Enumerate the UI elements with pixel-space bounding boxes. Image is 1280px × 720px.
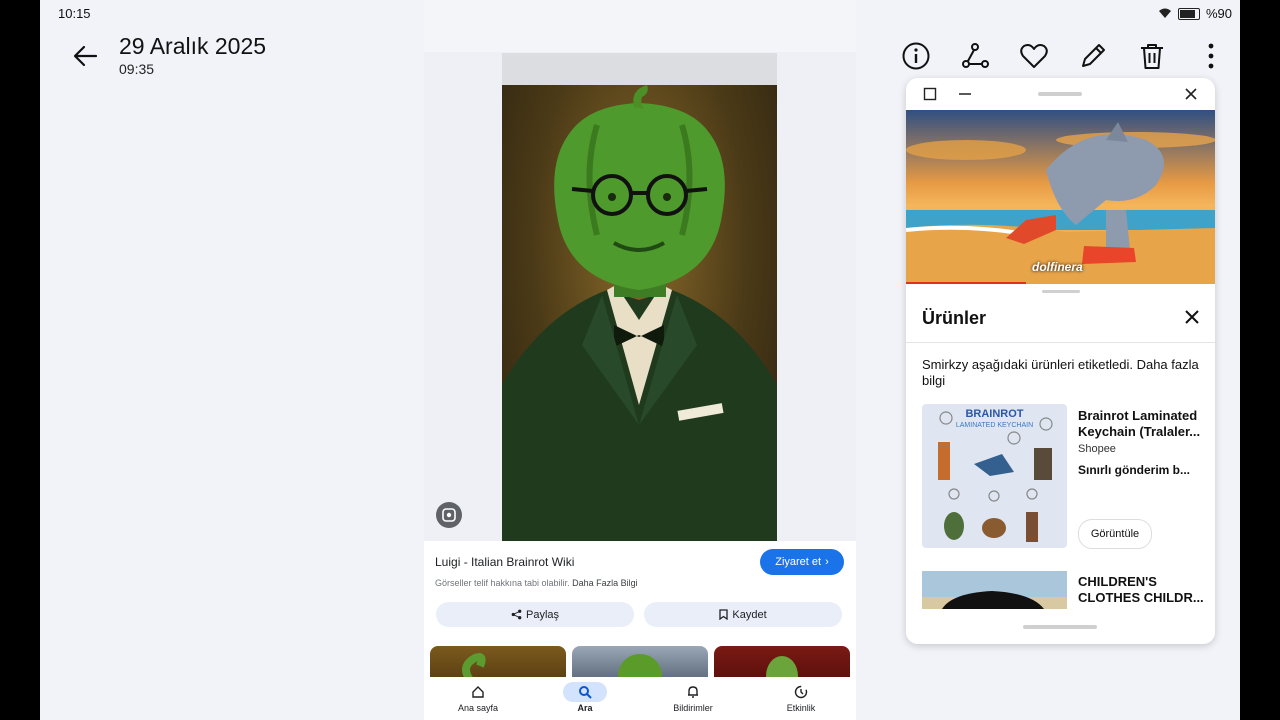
photo-toolbar xyxy=(886,40,1240,72)
heart-icon xyxy=(1019,44,1048,68)
share-pill-button[interactable]: Paylaş xyxy=(436,602,634,627)
activity-icon xyxy=(794,685,808,699)
floating-window: dolfinera Ürünler Smirkzy aşağıdaki ürün… xyxy=(906,78,1215,644)
pepper-head-thumb xyxy=(618,654,662,680)
sheet-handle[interactable] xyxy=(1042,290,1080,293)
product-shop: Shopee xyxy=(1078,443,1116,455)
related-images xyxy=(430,646,850,680)
nav-notifications[interactable]: Bildirimler xyxy=(653,681,733,713)
product-image[interactable]: BRAINROT LAMINATED KEYCHAIN xyxy=(922,404,1067,548)
floating-window-bar xyxy=(906,78,1215,110)
save-label: Kaydet xyxy=(732,608,767,621)
save-pill-button[interactable]: Kaydet xyxy=(644,602,842,627)
nav-home-label: Ana sayfa xyxy=(457,703,499,713)
bottom-handle[interactable] xyxy=(1023,625,1097,629)
related-image-1[interactable] xyxy=(430,646,566,680)
share-icon xyxy=(511,609,522,620)
status-right: %90 xyxy=(1158,6,1232,21)
image-top-bar xyxy=(502,53,777,85)
home-icon xyxy=(472,686,484,698)
photo-time: 09:35 xyxy=(119,61,155,77)
divider xyxy=(906,342,1215,343)
sheet-description: Smirkzy aşağıdaki ürünleri etiketledi. D… xyxy=(922,357,1199,388)
product-shipping: Sınırlı gönderim b... xyxy=(1078,463,1191,477)
image-result-view: Luigi - Italian Brainrot Wiki Görseller … xyxy=(424,0,856,720)
product-image[interactable] xyxy=(922,571,1067,609)
delete-button[interactable] xyxy=(1122,40,1181,72)
drag-handle[interactable] xyxy=(1038,92,1082,96)
sheet-title: Ürünler xyxy=(922,308,987,328)
products-sheet: Ürünler Smirkzy aşağıdaki ürünleri etike… xyxy=(906,284,1215,644)
wifi-icon xyxy=(1158,8,1171,18)
nav-search[interactable]: Ara xyxy=(545,681,625,713)
close-icon[interactable] xyxy=(1183,308,1201,326)
nav-notifications-label: Bildirimler xyxy=(673,703,713,713)
video-player[interactable]: dolfinera xyxy=(906,110,1215,284)
pepper-head-thumb xyxy=(766,656,798,680)
trash-icon xyxy=(1140,44,1163,69)
more-button[interactable] xyxy=(1181,40,1240,72)
copyright-note: Görseller telif hakkına tabi olabilir. D… xyxy=(435,578,638,588)
shirt-illustration xyxy=(922,591,1067,609)
video-caption: dolfinera xyxy=(1032,260,1083,274)
view-product-button[interactable]: Görüntüle xyxy=(1078,519,1152,549)
related-image-2[interactable] xyxy=(572,646,708,680)
nav-home[interactable]: Ana sayfa xyxy=(438,681,518,713)
source-title[interactable]: Luigi - Italian Brainrot Wiki xyxy=(435,555,574,569)
edit-button[interactable] xyxy=(1063,40,1122,72)
close-icon[interactable] xyxy=(1184,87,1198,101)
google-bottom-nav: Ana sayfa Ara Bildirimler Etkinlik xyxy=(424,677,856,720)
learn-more-link[interactable]: Daha Fazla Bilgi xyxy=(572,578,638,588)
nav-activity-label: Etkinlik xyxy=(786,703,816,713)
battery-level: %90 xyxy=(1205,6,1232,21)
nav-search-label: Ara xyxy=(577,703,593,713)
keychains-illustration xyxy=(938,411,1053,542)
google-lens-icon xyxy=(442,508,456,522)
faded-search-bar xyxy=(424,0,856,52)
share-button[interactable] xyxy=(945,40,1004,72)
favorite-button[interactable] xyxy=(1004,40,1063,72)
minimize-icon[interactable] xyxy=(958,87,972,101)
status-time: 10:15 xyxy=(58,6,91,21)
pepper-man-illustration xyxy=(502,85,777,541)
product-name[interactable]: Brainrot Laminated Keychain (Tralaler... xyxy=(1078,408,1206,440)
info-icon xyxy=(902,42,929,70)
product-name[interactable]: CHILDREN'S CLOTHES CHILDR... xyxy=(1078,574,1206,606)
maximize-icon[interactable] xyxy=(923,87,937,101)
bookmark-icon xyxy=(719,609,729,620)
share-icon xyxy=(961,43,989,68)
lens-button[interactable] xyxy=(436,502,462,528)
visit-label: Ziyaret et xyxy=(775,556,822,568)
edit-icon xyxy=(1081,44,1105,67)
more-icon xyxy=(1208,43,1213,69)
screen: 10:15 %90 29 Aralık 2025 09:35 Luigi - I… xyxy=(40,0,1240,720)
related-image-3[interactable] xyxy=(714,646,850,680)
bell-icon xyxy=(688,686,698,698)
dolphin-cartoon-illustration xyxy=(906,122,1215,284)
result-image[interactable] xyxy=(502,53,777,541)
search-icon xyxy=(579,686,592,699)
visit-button[interactable]: Ziyaret et › xyxy=(760,549,844,575)
share-label: Paylaş xyxy=(525,608,560,621)
pepper-stem-thumb xyxy=(462,653,486,680)
back-arrow-icon[interactable] xyxy=(70,40,102,72)
nav-activity[interactable]: Etkinlik xyxy=(761,681,841,713)
photo-date: 29 Aralık 2025 xyxy=(119,33,267,59)
chevron-right-icon: › xyxy=(825,556,829,568)
copyright-text: Görseller telif hakkına tabi olabilir. xyxy=(435,578,570,588)
battery-icon xyxy=(1177,7,1200,20)
info-button[interactable] xyxy=(886,40,945,72)
